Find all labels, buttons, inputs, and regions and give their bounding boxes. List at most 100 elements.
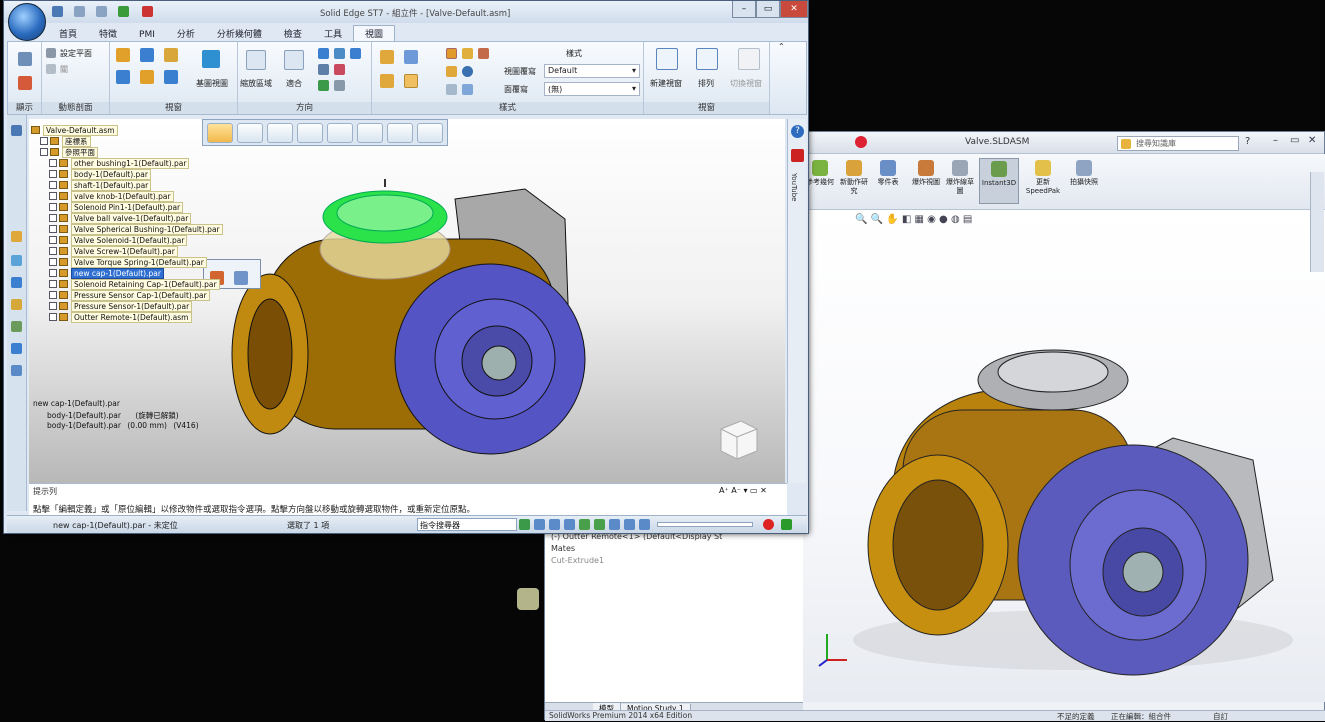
close-document-icon[interactable] bbox=[142, 6, 153, 17]
sw-instant3d-button[interactable]: Instant3D bbox=[979, 158, 1019, 204]
set-plane-button[interactable]: 設定平面 bbox=[60, 48, 92, 59]
visibility-checkbox[interactable] bbox=[49, 159, 57, 167]
pathfinder-item[interactable]: Pressure Sensor Cap-1(Default).par bbox=[49, 290, 210, 301]
arrange-icon[interactable] bbox=[696, 48, 718, 70]
view-cube-icon[interactable] bbox=[715, 415, 761, 461]
visibility-checkbox[interactable] bbox=[49, 225, 57, 233]
face-overrides-button[interactable]: 面覆寫 bbox=[504, 84, 528, 95]
sw-status-units[interactable]: 自訂 bbox=[1213, 711, 1228, 722]
se-restore-button[interactable]: ▭ bbox=[756, 1, 780, 18]
switch-window-button[interactable]: 切換視窗 bbox=[730, 78, 762, 89]
application-button[interactable] bbox=[8, 3, 46, 41]
add-part-button[interactable] bbox=[267, 123, 293, 143]
visibility-checkbox[interactable] bbox=[49, 203, 57, 211]
view-icon[interactable] bbox=[609, 519, 620, 530]
pathfinder-item[interactable]: Solenoid Pin1-1(Default).par bbox=[49, 202, 184, 213]
style-dropdown[interactable]: Default ▾ bbox=[544, 64, 640, 78]
arrange-button[interactable]: 排列 bbox=[698, 78, 714, 89]
tab-analyze-geometry[interactable]: 分析幾何體 bbox=[206, 26, 273, 42]
visibility-checkbox[interactable] bbox=[40, 137, 48, 145]
relate-button[interactable] bbox=[357, 123, 383, 143]
zoom-area-icon[interactable] bbox=[534, 519, 545, 530]
tab-analysis[interactable]: 分析 bbox=[166, 26, 206, 42]
pathfinder-item[interactable]: other bushing1-1(Default).par bbox=[49, 158, 190, 169]
visibility-checkbox[interactable] bbox=[49, 181, 57, 189]
print-icon[interactable] bbox=[118, 6, 129, 17]
pathfinder-item[interactable]: Valve Spherical Bushing-1(Default).par bbox=[49, 224, 223, 235]
layers-icon[interactable] bbox=[11, 255, 22, 266]
view-top-icon[interactable] bbox=[140, 48, 154, 62]
sw-explode-line-sketch-button[interactable]: 爆炸線草圖 bbox=[945, 158, 975, 204]
relation-2[interactable]: body-1(Default).par (0.00 mm) (V416) bbox=[47, 421, 199, 430]
pathfinder-item[interactable]: valve knob-1(Default).par bbox=[49, 191, 174, 202]
lighting-icon[interactable] bbox=[446, 66, 457, 77]
save-icon[interactable] bbox=[52, 6, 63, 17]
rotate-icon[interactable] bbox=[350, 48, 361, 59]
grid-icon[interactable] bbox=[639, 519, 650, 530]
visibility-checkbox[interactable] bbox=[49, 214, 57, 222]
sw-heads-up-toolbar[interactable]: 🔍 🔍 ✋ ◧ ▦ ◉ ● ◍ ▤ bbox=[855, 214, 972, 228]
zoom-slider[interactable] bbox=[657, 522, 753, 527]
visibility-checkbox[interactable] bbox=[49, 291, 57, 299]
sw-feature-manager-tree[interactable]: (-) Outter Remote<1> (Default<Display St… bbox=[517, 527, 803, 702]
override-dropdown[interactable]: (無) ▾ bbox=[544, 82, 640, 96]
pan-icon[interactable] bbox=[579, 519, 590, 530]
base-view-button[interactable]: 基圖視圖 bbox=[196, 78, 228, 89]
view-back-icon[interactable] bbox=[116, 70, 130, 84]
visibility-checkbox[interactable] bbox=[49, 269, 57, 277]
select-tool-button[interactable] bbox=[207, 123, 233, 143]
help-icon[interactable]: ? bbox=[791, 125, 804, 138]
pathfinder-item[interactable]: shaft-1(Default).par bbox=[49, 180, 152, 191]
se-close-button[interactable]: ✕ bbox=[780, 1, 808, 18]
pathfinder-item[interactable]: Valve-Default.asm bbox=[31, 125, 118, 136]
refresh-icon[interactable] bbox=[519, 519, 530, 530]
teamcenter-icon[interactable] bbox=[11, 365, 22, 376]
visibility-checkbox[interactable] bbox=[49, 302, 57, 310]
display-icon[interactable] bbox=[18, 76, 32, 90]
command-finder-input[interactable]: 指令搜尋器 bbox=[417, 518, 517, 531]
new-window-icon[interactable] bbox=[656, 48, 678, 70]
upload-icon[interactable] bbox=[781, 519, 792, 530]
reflection-icon[interactable] bbox=[478, 48, 489, 59]
pattern-button[interactable] bbox=[297, 123, 323, 143]
sw-graphics-area[interactable]: 🔍 🔍 ✋ ◧ ▦ ◉ ● ◍ ▤ bbox=[803, 210, 1325, 702]
pathfinder-tab-icon[interactable] bbox=[11, 125, 22, 136]
se-minimize-button[interactable]: – bbox=[732, 1, 756, 18]
pathfinder-item[interactable]: Valve ball valve-1(Default).par bbox=[49, 213, 192, 224]
youtube-icon[interactable] bbox=[791, 149, 804, 162]
pathfinder-item[interactable]: new cap-1(Default).par bbox=[49, 268, 164, 279]
pathfinder-item[interactable]: 參照平面 bbox=[40, 147, 98, 158]
pathfinder-item[interactable]: Pressure Sensor-1(Default).par bbox=[49, 301, 193, 312]
prompt-bar-controls[interactable]: A⁺ A⁻ ▾ ▭ ✕ bbox=[719, 486, 767, 495]
sw-restore-button[interactable]: ▭ bbox=[1290, 135, 1299, 146]
wireframe-icon[interactable] bbox=[404, 74, 418, 88]
zoom-icon[interactable] bbox=[549, 519, 560, 530]
sw-exploded-view-button[interactable]: 爆炸視圖 bbox=[911, 158, 941, 204]
tab-tools[interactable]: 工具 bbox=[313, 26, 353, 42]
visibility-checkbox[interactable] bbox=[40, 148, 48, 156]
sw-reference-geometry-button[interactable]: 參考幾何 bbox=[805, 158, 835, 204]
spin-icon[interactable] bbox=[318, 64, 329, 75]
render-mode-icon[interactable] bbox=[446, 48, 457, 59]
switch-window-icon[interactable] bbox=[738, 48, 760, 70]
visibility-checkbox[interactable] bbox=[49, 192, 57, 200]
view-left-icon[interactable] bbox=[164, 70, 178, 84]
fit-button[interactable]: 適合 bbox=[286, 78, 302, 89]
pathfinder-item[interactable]: Valve Screw-1(Default).par bbox=[49, 246, 178, 257]
copy-button[interactable] bbox=[237, 123, 263, 143]
tree-item[interactable]: Cut-Extrude1 bbox=[551, 556, 604, 565]
origin-button[interactable] bbox=[417, 123, 443, 143]
shaded-edges-icon[interactable] bbox=[404, 50, 418, 64]
globe-icon[interactable] bbox=[462, 66, 473, 77]
base-view-icon[interactable] bbox=[202, 50, 220, 68]
fit-icon[interactable] bbox=[284, 50, 304, 70]
visibility-checkbox[interactable] bbox=[49, 236, 57, 244]
quick-access-toolbar[interactable] bbox=[52, 4, 172, 19]
mirror-button[interactable] bbox=[327, 123, 353, 143]
parts-library-icon[interactable] bbox=[11, 231, 22, 242]
zoom-icon[interactable] bbox=[318, 48, 329, 59]
redo-icon[interactable] bbox=[96, 6, 107, 17]
show-icon[interactable] bbox=[18, 52, 32, 66]
ribbon-collapse-icon[interactable]: ⌃ bbox=[778, 42, 785, 51]
undo-icon[interactable] bbox=[74, 6, 85, 17]
